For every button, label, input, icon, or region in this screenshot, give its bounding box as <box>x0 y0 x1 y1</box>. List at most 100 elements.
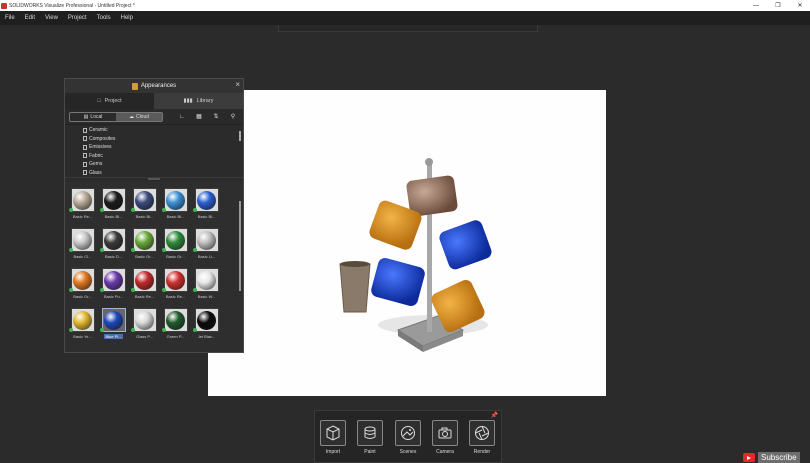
material-swatch[interactable]: Green P... <box>161 308 190 344</box>
menu-project[interactable]: Project <box>63 15 92 21</box>
swatch-thumbnail <box>194 228 219 252</box>
material-swatch[interactable]: Basic Li... <box>192 228 221 264</box>
material-swatch[interactable]: Basic Gr... <box>161 228 190 264</box>
material-swatch[interactable]: Basic Gr... <box>130 228 159 264</box>
menu-file[interactable]: File <box>0 15 20 21</box>
material-swatch[interactable]: Basic Ye... <box>68 308 97 344</box>
menu-edit[interactable]: Edit <box>20 15 40 21</box>
document-icon: □ <box>97 98 101 104</box>
search-icon[interactable]: ⚲ <box>228 112 238 122</box>
swatch-thumbnail <box>132 188 157 212</box>
category-tree: Ceramic Composites Emissives Fabric Gems… <box>65 125 243 177</box>
downloaded-check-icon <box>193 328 197 332</box>
tree-item[interactable]: Glass <box>83 169 243 178</box>
menu-tools[interactable]: Tools <box>92 15 116 21</box>
menu-bar: File Edit View Project Tools Help <box>0 11 810 25</box>
swatch-label: Basic Li... <box>197 254 216 259</box>
material-swatch[interactable]: Basic Bl... <box>130 188 159 224</box>
material-swatch[interactable]: Basic W... <box>192 268 221 304</box>
material-swatch[interactable]: Basic Cl... <box>68 228 97 264</box>
folder-up-icon[interactable]: ∟ <box>177 112 187 122</box>
paint-button[interactable]: Paint <box>356 420 384 455</box>
close-window-icon[interactable]: ✕ <box>789 0 810 11</box>
material-swatch[interactable]: Basic Re... <box>130 268 159 304</box>
scene-icon <box>401 426 415 440</box>
tree-item[interactable]: Composites <box>83 135 243 144</box>
minimize-icon[interactable]: — <box>745 0 767 11</box>
grid-view-icon[interactable]: ▦ <box>194 112 204 122</box>
downloaded-check-icon <box>131 288 135 292</box>
menu-help[interactable]: Help <box>116 15 138 21</box>
grid-scrollbar[interactable] <box>239 201 241 291</box>
title-bar: SOLIDWORKS Visualize Professional - Unti… <box>0 0 810 11</box>
downloaded-check-icon <box>193 208 197 212</box>
material-swatch[interactable]: Glass P... <box>130 308 159 344</box>
downloaded-check-icon <box>193 288 197 292</box>
swatch-thumbnail <box>194 268 219 292</box>
swatch-label: Basic Or... <box>73 294 92 299</box>
tree-item[interactable]: Gems <box>83 160 243 169</box>
close-icon[interactable]: × <box>235 80 240 89</box>
material-swatch[interactable]: Basic Pu... <box>99 268 128 304</box>
scenes-button[interactable]: Scenes <box>394 420 422 455</box>
downloaded-check-icon <box>162 328 166 332</box>
downloaded-check-icon <box>100 248 104 252</box>
panel-header: Appearances × <box>65 79 243 93</box>
material-swatch[interactable]: Basic Bl... <box>192 188 221 224</box>
tree-item[interactable]: Fabric <box>83 152 243 161</box>
menu-view[interactable]: View <box>40 15 63 21</box>
window-title: SOLIDWORKS Visualize Professional - Unti… <box>9 2 135 9</box>
tree-item[interactable]: Ceramic <box>83 126 243 135</box>
material-ball <box>135 190 154 210</box>
tab-library[interactable]: ▮▮▮ Library <box>154 93 243 109</box>
file-icon <box>83 127 87 133</box>
swatch-label: Jet Blac... <box>197 334 216 339</box>
swatch-label: Basic Re... <box>72 214 93 219</box>
material-swatch[interactable]: Jet Blac... <box>192 308 221 344</box>
file-icon <box>83 144 87 150</box>
subscribe-badge[interactable]: Subscribe <box>743 452 810 463</box>
sort-icon[interactable]: ⇅ <box>211 112 221 122</box>
restore-icon[interactable]: ❐ <box>767 0 789 11</box>
swatch-thumbnail <box>163 268 188 292</box>
swatch-thumbnail <box>194 188 219 212</box>
camera-button[interactable]: Camera <box>431 420 459 455</box>
bottom-toolbar: 📌 Import Paint Scenes Camera Render <box>314 410 502 463</box>
top-dropdown-strip <box>278 25 538 32</box>
local-icon: ▤ <box>83 113 89 120</box>
material-swatch[interactable]: Basic Bl... <box>99 188 128 224</box>
file-icon <box>83 161 87 167</box>
material-swatch[interactable]: Basic Or... <box>68 268 97 304</box>
file-icon <box>83 153 87 159</box>
material-swatch[interactable]: Basic Re... <box>68 188 97 224</box>
cube-icon <box>326 425 340 441</box>
local-button[interactable]: ▤ Local <box>70 113 116 121</box>
material-swatch[interactable]: Basic Bl... <box>161 188 190 224</box>
material-ball <box>166 310 185 330</box>
material-swatch[interactable]: Basic D... <box>99 228 128 264</box>
material-swatch[interactable]: Basic Re... <box>161 268 190 304</box>
appearances-icon <box>131 82 138 90</box>
source-toggle: ▤ Local ☁ Cloud <box>69 111 163 122</box>
render-button[interactable]: Render <box>468 420 496 455</box>
cloud-button[interactable]: ☁ Cloud <box>116 112 162 121</box>
material-swatch[interactable]: Blue Pl... <box>99 308 128 344</box>
swatch-thumbnail <box>163 308 188 332</box>
swatch-label: Basic D... <box>104 254 123 259</box>
material-grid: Basic Re... Basic Bl... Basic Bl... Basic B… <box>65 182 243 344</box>
tab-project[interactable]: □ Project <box>65 93 154 109</box>
pin-icon[interactable]: 📌 <box>491 412 498 419</box>
render-viewport[interactable] <box>208 90 606 396</box>
material-ball <box>104 190 123 210</box>
appearances-panel: Appearances × □ Project ▮▮▮ Library ▤ Loc… <box>64 78 244 353</box>
youtube-icon <box>743 453 755 462</box>
aperture-icon <box>475 426 489 440</box>
downloaded-check-icon <box>69 208 73 212</box>
import-button[interactable]: Import <box>319 420 347 455</box>
swatch-label: Basic Re... <box>165 294 186 299</box>
swatch-thumbnail <box>101 228 126 252</box>
file-icon <box>83 136 87 142</box>
tree-item[interactable]: Emissives <box>83 143 243 152</box>
tree-scrollbar[interactable] <box>239 131 241 141</box>
downloaded-check-icon <box>100 288 104 292</box>
